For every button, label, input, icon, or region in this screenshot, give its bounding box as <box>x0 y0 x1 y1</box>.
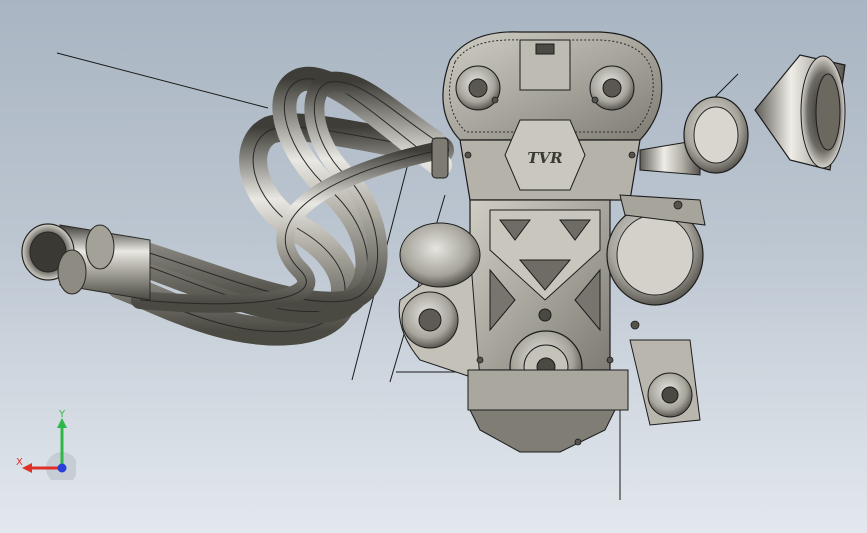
oil-sump <box>467 369 629 453</box>
pump-bracket <box>629 339 701 426</box>
exhaust-collector <box>21 223 151 301</box>
intake-assembly <box>639 54 846 176</box>
tvr-logo: TVR <box>527 149 562 167</box>
water-pump <box>399 222 481 288</box>
3d-viewport[interactable]: TVR Y X <box>0 0 867 533</box>
y-axis-label: Y <box>58 410 66 420</box>
axis-triad: Y X <box>12 409 78 484</box>
alternator <box>606 194 706 306</box>
exhaust-header <box>106 66 454 346</box>
header-flange <box>431 137 449 179</box>
x-axis-label: X <box>16 457 23 468</box>
engine-model[interactable]: TVR <box>0 0 867 533</box>
z-axis-icon <box>57 463 67 473</box>
